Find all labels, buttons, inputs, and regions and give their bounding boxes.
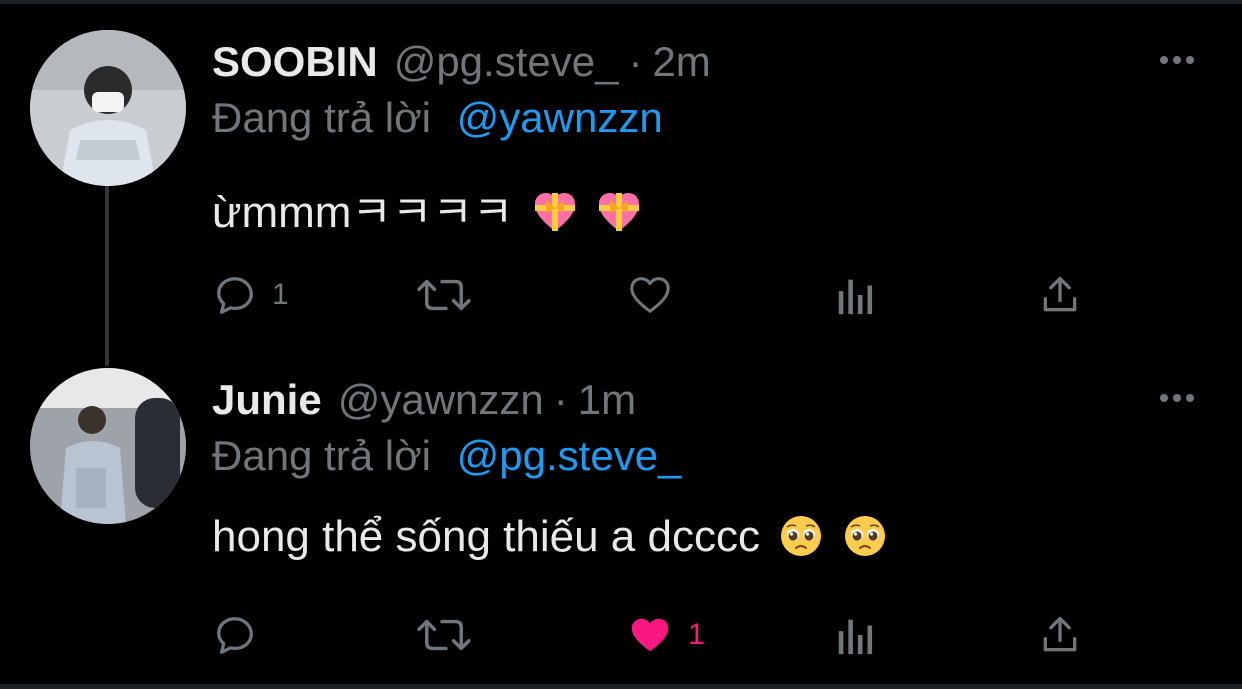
more-options-icon[interactable]	[1160, 56, 1194, 64]
tweet-header: SOOBIN @pg.steve_ · 2m	[212, 38, 711, 86]
replying-to: Đang trả lời @pg.steve_	[212, 432, 681, 480]
reply-button[interactable]: 1	[212, 270, 289, 320]
user-handle[interactable]: @yawnzzn	[338, 376, 544, 424]
analytics-icon	[838, 619, 873, 655]
retweet-icon	[417, 279, 471, 311]
pleading-face-icon	[781, 516, 822, 556]
more-options-icon[interactable]	[1160, 394, 1194, 402]
replying-to-mention[interactable]: @yawnzzn	[457, 94, 663, 141]
like-count: 1	[688, 618, 705, 651]
replying-to-label: Đang trả lời	[212, 432, 431, 479]
tweet-text: ừmmmㅋㅋㅋㅋ	[212, 176, 642, 240]
pleading-face-icon	[845, 516, 886, 556]
heart-outline-icon	[630, 277, 670, 313]
reply-count: 1	[272, 278, 289, 311]
tweet-header: Junie @yawnzzn · 1m	[212, 376, 636, 424]
retweet-button[interactable]	[414, 270, 488, 320]
like-button[interactable]	[626, 270, 688, 320]
display-name[interactable]: Junie	[212, 376, 322, 424]
tweet: Junie @yawnzzn · 1m Đang trả lời @pg.ste…	[0, 340, 1242, 680]
tweet-text-content: ừmmmㅋㅋㅋㅋ	[212, 188, 514, 237]
separator-dot: ·	[628, 38, 643, 85]
replying-to-label: Đang trả lời	[212, 94, 431, 141]
tweet-actions: 1	[212, 610, 1102, 660]
display-name[interactable]: SOOBIN	[212, 38, 378, 86]
avatar[interactable]	[30, 368, 186, 524]
replying-to-mention[interactable]: @pg.steve_	[457, 432, 682, 479]
retweet-icon	[417, 619, 471, 651]
tweet-actions: 1	[212, 270, 1102, 320]
tweet-text: hong thể sống thiếu a dcccc	[212, 512, 888, 562]
analytics-icon	[838, 279, 873, 315]
tweet: SOOBIN @pg.steve_ · 2m Đang trả lời @yaw…	[0, 0, 1242, 340]
reply-icon	[217, 617, 253, 654]
analytics-button[interactable]	[834, 610, 878, 660]
heart-filled-icon	[631, 618, 669, 652]
replying-to: Đang trả lời @yawnzzn	[212, 94, 663, 142]
tweet-text-content: hong thể sống thiếu a dcccc	[212, 512, 760, 561]
bottom-divider	[0, 684, 1242, 689]
avatar[interactable]	[30, 30, 186, 186]
user-handle[interactable]: @pg.steve_	[394, 38, 619, 86]
separator-dot: ·	[553, 376, 568, 423]
retweet-button[interactable]	[414, 610, 488, 660]
like-button[interactable]: 1	[626, 610, 705, 660]
share-icon	[1043, 276, 1077, 312]
timestamp[interactable]: 2m	[652, 38, 710, 86]
share-icon	[1043, 616, 1077, 652]
reply-icon	[217, 277, 253, 314]
share-button[interactable]	[1038, 610, 1082, 660]
reply-button[interactable]	[212, 610, 272, 660]
share-button[interactable]	[1038, 270, 1082, 320]
timestamp[interactable]: 1m	[578, 376, 636, 424]
heart-with-ribbon-icon	[534, 193, 575, 231]
analytics-button[interactable]	[834, 270, 878, 320]
heart-with-ribbon-icon	[598, 193, 639, 231]
